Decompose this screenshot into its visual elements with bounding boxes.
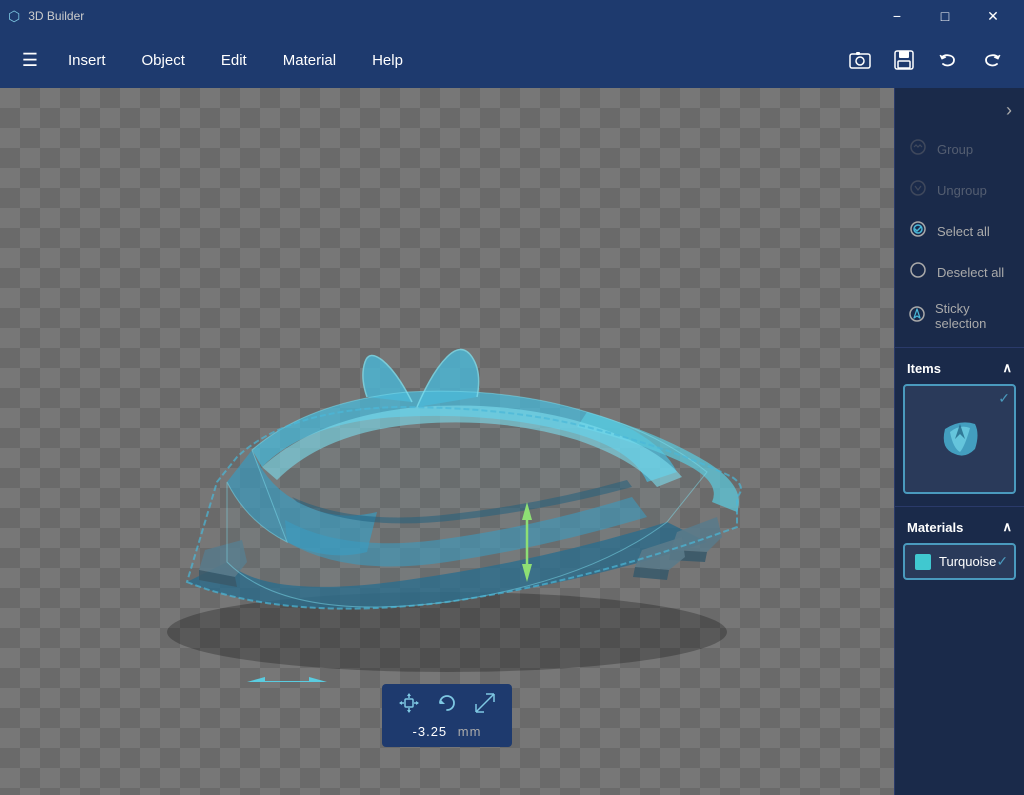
sticky-selection-label: Sticky selection xyxy=(935,301,1012,331)
materials-section-header: Materials ∧ xyxy=(895,511,1024,539)
select-all-action[interactable]: Select all xyxy=(895,211,1024,252)
items-section-chevron[interactable]: ∧ xyxy=(1002,360,1012,376)
close-button[interactable]: ✕ xyxy=(970,0,1016,32)
app-title: 3D Builder xyxy=(28,9,84,23)
ungroup-action[interactable]: Ungroup xyxy=(895,170,1024,211)
group-label: Group xyxy=(937,142,973,157)
maximize-button[interactable]: □ xyxy=(922,0,968,32)
toolbar-number: -3.25 xyxy=(413,724,448,739)
collapse-arrow-icon: › xyxy=(1006,100,1012,121)
menubar: ☰ Insert Object Edit Material Help xyxy=(0,32,1024,88)
menu-help[interactable]: Help xyxy=(356,44,419,77)
menubar-right xyxy=(840,40,1012,80)
item-preview-svg xyxy=(925,404,995,474)
panel-actions: Group Ungroup xyxy=(895,125,1024,343)
toolbar-icons xyxy=(398,692,496,720)
material-label: Turquoise xyxy=(939,554,996,569)
panel-divider-2 xyxy=(895,506,1024,507)
undo-icon-btn[interactable] xyxy=(928,40,968,80)
material-check-icon: ✓ xyxy=(996,553,1008,570)
deselect-all-action[interactable]: Deselect all xyxy=(895,252,1024,293)
ungroup-icon xyxy=(907,178,929,203)
menu-insert[interactable]: Insert xyxy=(52,44,122,77)
right-panel: › Group xyxy=(894,88,1024,795)
item-thumbnail-1[interactable]: ✓ xyxy=(903,384,1016,494)
items-section-label: Items xyxy=(907,361,941,376)
scale-tool-icon[interactable] xyxy=(474,692,496,720)
main-layout: -3.25 mm › Group xyxy=(0,88,1024,795)
materials-section-label: Materials xyxy=(907,520,963,535)
items-section-header: Items ∧ xyxy=(895,352,1024,380)
app-logo-icon: ⬡ xyxy=(8,8,20,25)
deselect-all-label: Deselect all xyxy=(937,265,1004,280)
minimize-button[interactable]: − xyxy=(874,0,920,32)
group-icon xyxy=(907,137,929,162)
titlebar-controls: − □ ✕ xyxy=(874,0,1016,32)
group-action[interactable]: Group xyxy=(895,129,1024,170)
bottom-toolbar: -3.25 mm xyxy=(382,684,512,747)
panel-divider-1 xyxy=(895,347,1024,348)
menu-object[interactable]: Object xyxy=(126,44,201,77)
camera-icon-btn[interactable] xyxy=(840,40,880,80)
material-color-swatch xyxy=(915,554,931,570)
item-check-icon: ✓ xyxy=(998,390,1010,407)
rotate-tool-icon[interactable] xyxy=(436,692,458,720)
toolbar-unit: mm xyxy=(458,724,482,739)
sticky-selection-icon xyxy=(907,304,927,329)
deselect-all-icon xyxy=(907,260,929,285)
materials-section-chevron[interactable]: ∧ xyxy=(1002,519,1012,535)
viewport[interactable]: -3.25 mm xyxy=(0,88,894,795)
3d-model-svg xyxy=(87,202,807,682)
ungroup-label: Ungroup xyxy=(937,183,987,198)
hamburger-menu[interactable]: ☰ xyxy=(12,42,48,78)
select-all-label: Select all xyxy=(937,224,990,239)
sticky-selection-action[interactable]: Sticky selection xyxy=(895,293,1024,339)
redo-icon-btn[interactable] xyxy=(972,40,1012,80)
select-all-icon xyxy=(907,219,929,244)
panel-collapse-button[interactable]: › xyxy=(895,88,1024,125)
menu-material[interactable]: Material xyxy=(267,44,352,77)
save-icon-btn[interactable] xyxy=(884,40,924,80)
menu-edit[interactable]: Edit xyxy=(205,44,263,77)
move-tool-icon[interactable] xyxy=(398,692,420,720)
titlebar-left: ⬡ 3D Builder xyxy=(8,8,84,25)
toolbar-value: -3.25 mm xyxy=(413,724,482,739)
titlebar: ⬡ 3D Builder − □ ✕ xyxy=(0,0,1024,32)
material-turquoise[interactable]: Turquoise ✓ xyxy=(903,543,1016,580)
